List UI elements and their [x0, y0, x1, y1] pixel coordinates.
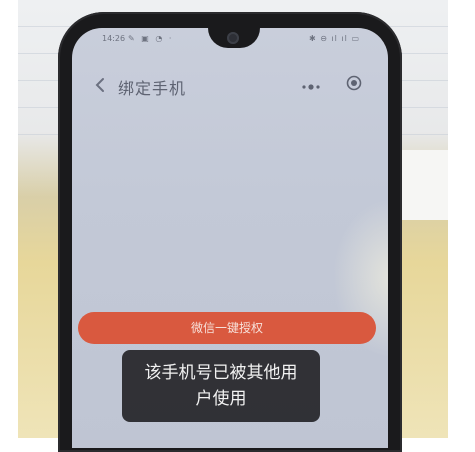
- page-title: 绑定手机: [118, 79, 187, 98]
- notification-icons: ✎ ▣ ◔ ·: [128, 34, 174, 43]
- toast-text: 该手机号已被其他用户使用: [144, 363, 298, 409]
- nav-bar: 绑定手机: [72, 72, 388, 100]
- toast-message: 该手机号已被其他用户使用: [122, 350, 320, 422]
- back-chevron-icon[interactable]: [92, 76, 110, 94]
- status-time: 14:26: [102, 34, 126, 43]
- record-circle-icon[interactable]: [346, 75, 362, 91]
- signal-battery-icons: ✱ ⊖ ıl ıl ▭: [308, 34, 360, 43]
- phone-screen: 14:26 ✎ ▣ ◔ · ✱ ⊖ ıl ıl ▭ 绑定手机 微信一键授权 该手…: [72, 28, 388, 448]
- wechat-auth-button[interactable]: 微信一键授权: [78, 312, 376, 344]
- status-bar: 14:26 ✎ ▣ ◔ · ✱ ⊖ ıl ıl ▭: [72, 34, 388, 48]
- more-dots-icon[interactable]: [300, 78, 322, 90]
